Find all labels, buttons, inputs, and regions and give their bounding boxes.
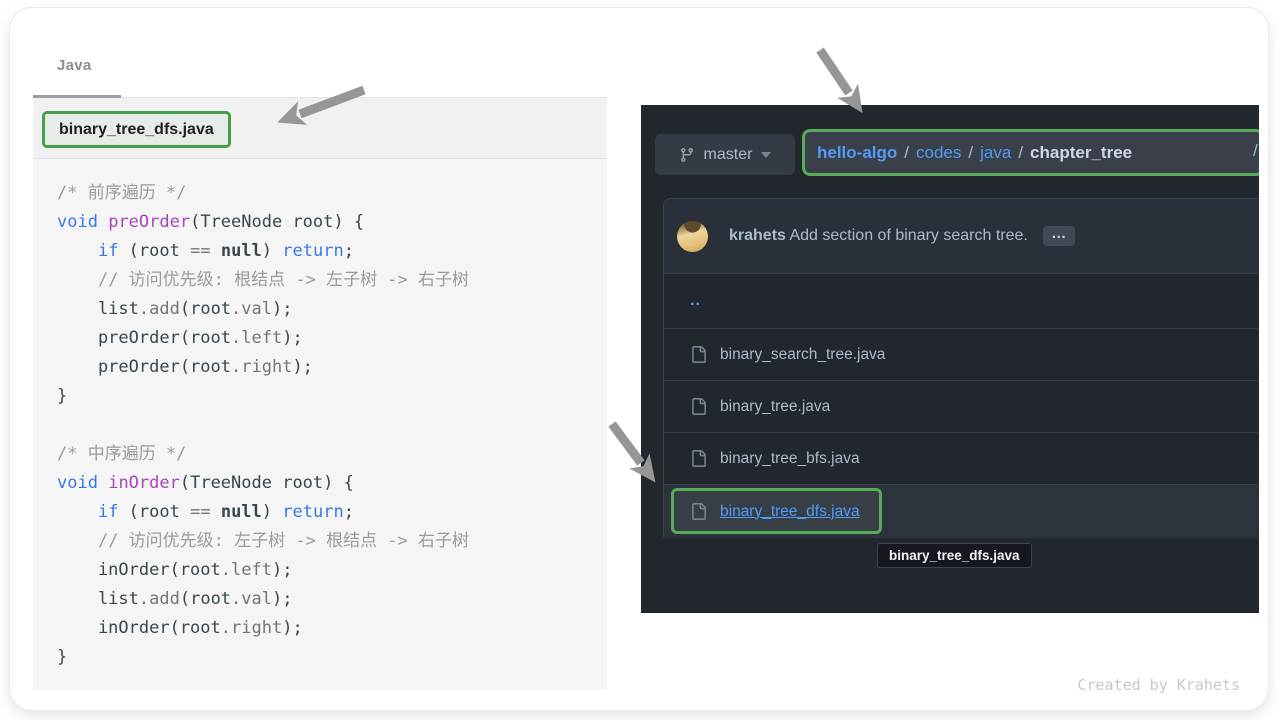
code-body: /* 前序遍历 */void preOrder(TreeNode root) {… (33, 159, 607, 672)
chevron-down-icon (761, 152, 771, 158)
tab-java[interactable]: Java (57, 57, 92, 74)
code-line: void preOrder(TreeNode root) { (57, 208, 607, 237)
breadcrumb-segment-hello-algo[interactable]: hello-algo (817, 143, 897, 162)
file-row-binary_tree_dfs.java[interactable]: binary_tree_dfs.java (664, 484, 1259, 538)
filename-tooltip: binary_tree_dfs.java (877, 543, 1032, 568)
parent-directory-row[interactable]: .. (664, 273, 1259, 328)
code-listing: /* 前序遍历 */void preOrder(TreeNode root) {… (57, 179, 607, 672)
breadcrumb-annotation-box: hello-algo / codes / java / chapter_tree (802, 129, 1259, 176)
file-link[interactable]: binary_tree_dfs.java (720, 503, 860, 521)
breadcrumb-separator: / (904, 143, 909, 162)
credit-text: Created by Krahets (1077, 676, 1240, 694)
breadcrumb-segment-codes[interactable]: codes (916, 143, 961, 162)
code-line: // 访问优先级: 左子树 -> 根结点 -> 右子树 (57, 527, 607, 556)
breadcrumb-segment-chapter_tree: chapter_tree (1030, 143, 1132, 162)
branch-selector-button[interactable]: master (655, 134, 795, 175)
figure-card: Java binary_tree_dfs.java /* 前序遍历 */void… (10, 8, 1268, 710)
code-line: /* 中序遍历 */ (57, 440, 607, 469)
code-line: /* 前序遍历 */ (57, 179, 607, 208)
code-line: list.add(root.val); (57, 295, 607, 324)
file-list: .. binary_search_tree.java binary_tree.j… (664, 273, 1259, 538)
code-line: if (root == null) return; (57, 498, 607, 527)
commit-message-link[interactable]: Add section of binary search tree. (789, 227, 1027, 244)
commit-ellipsis-button[interactable]: … (1043, 226, 1075, 246)
code-line: inOrder(root.right); (57, 614, 607, 643)
breadcrumb: hello-algo / codes / java / chapter_tree (817, 143, 1132, 163)
code-line: void inOrder(TreeNode root) { (57, 469, 607, 498)
file-link[interactable]: binary_tree.java (720, 398, 830, 416)
code-line: if (root == null) return; (57, 237, 607, 266)
code-line: // 访问优先级: 根结点 -> 左子树 -> 右子树 (57, 266, 607, 295)
file-table-card: krahets Add section of binary search tre… (663, 198, 1259, 537)
breadcrumb-separator: / (1018, 143, 1023, 162)
file-link[interactable]: binary_tree_bfs.java (720, 450, 860, 468)
breadcrumb-trailing-slash: / (1253, 141, 1258, 161)
parent-directory-link[interactable]: .. (690, 296, 701, 306)
branch-name: master (704, 146, 753, 164)
file-icon (690, 503, 707, 520)
code-title-bar: binary_tree_dfs.java (33, 98, 607, 159)
code-line: list.add(root.val); (57, 585, 607, 614)
breadcrumb-segment-java[interactable]: java (980, 143, 1011, 162)
github-file-browser: master hello-algo / codes / java / chapter_tre… (641, 105, 1259, 613)
file-row-binary_search_tree.java[interactable]: binary_search_tree.java (664, 328, 1259, 380)
file-title-annotation-box: binary_tree_dfs.java (42, 111, 231, 148)
commit-author-link[interactable]: krahets (729, 227, 786, 244)
code-line: inOrder(root.left); (57, 556, 607, 585)
breadcrumb-separator: / (968, 143, 973, 162)
file-icon (690, 346, 707, 363)
file-icon (690, 450, 707, 467)
avatar[interactable] (677, 221, 708, 252)
code-line: preOrder(root.left); (57, 324, 607, 353)
file-link[interactable]: binary_search_tree.java (720, 346, 885, 364)
file-icon (690, 398, 707, 415)
code-line: preOrder(root.right); (57, 353, 607, 382)
latest-commit-bar: krahets Add section of binary search tre… (664, 199, 1259, 273)
code-line: } (57, 643, 607, 672)
code-line: } (57, 382, 607, 411)
code-file-title: binary_tree_dfs.java (59, 121, 214, 139)
tab-active-indicator (33, 95, 121, 98)
git-branch-icon (679, 147, 695, 163)
file-row-binary_tree.java[interactable]: binary_tree.java (664, 380, 1259, 432)
file-row-binary_tree_bfs.java[interactable]: binary_tree_bfs.java (664, 432, 1259, 484)
code-line (57, 411, 607, 440)
code-block: binary_tree_dfs.java /* 前序遍历 */void preO… (33, 98, 607, 690)
